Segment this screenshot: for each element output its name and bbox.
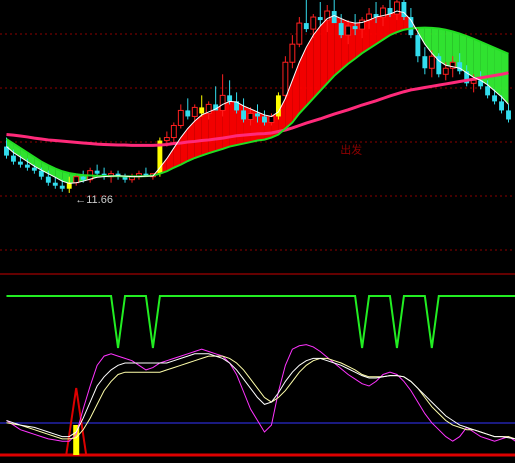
candle-body xyxy=(191,106,198,117)
candle-body xyxy=(94,170,100,174)
candle-body xyxy=(442,67,449,75)
ribbon-segment xyxy=(320,18,328,91)
ribbon-segment xyxy=(501,50,509,105)
candle-body xyxy=(38,170,44,177)
ribbon-segment xyxy=(194,114,202,159)
candle-body xyxy=(499,101,504,111)
candle-body xyxy=(310,16,317,30)
ribbon-segment xyxy=(487,44,495,91)
candle-body xyxy=(24,164,30,168)
candle-body xyxy=(492,95,498,102)
candle-body xyxy=(282,61,289,96)
candle-body xyxy=(506,110,511,120)
candle-body xyxy=(31,167,37,171)
candle-body xyxy=(17,161,23,165)
ribbon-segment xyxy=(494,47,502,97)
candle-body xyxy=(289,43,296,63)
candle-body xyxy=(185,110,191,117)
candle-body xyxy=(303,23,309,30)
candle-body xyxy=(255,113,260,117)
candle-body xyxy=(485,86,491,96)
candle-body xyxy=(170,124,177,139)
candle-body xyxy=(219,94,226,111)
ribbon-segment xyxy=(201,111,209,156)
stock-chart: ←11.66 出发 xyxy=(0,0,515,463)
annotation-label: 出发 xyxy=(340,143,362,157)
candle-body xyxy=(73,176,80,184)
candle-body xyxy=(52,182,58,186)
candle-body xyxy=(345,25,352,36)
candle[interactable] xyxy=(282,56,289,99)
candle-body xyxy=(247,112,254,120)
oscillator-signal-bar xyxy=(73,425,80,455)
candle-body xyxy=(296,22,303,45)
ribbon-segment xyxy=(466,36,474,78)
ribbon-segment xyxy=(208,108,216,154)
candle-body xyxy=(199,107,205,114)
candle-body xyxy=(262,116,267,123)
ribbon-segment xyxy=(445,29,453,67)
candle-body xyxy=(80,176,86,180)
candle-body xyxy=(241,110,246,120)
candle-body xyxy=(227,95,233,102)
candle[interactable] xyxy=(436,53,442,78)
candle-body xyxy=(352,26,358,30)
candle[interactable] xyxy=(275,92,281,120)
candle-body xyxy=(45,176,51,183)
annotation-label: ←11.66 xyxy=(75,194,113,206)
candle-body xyxy=(415,35,421,57)
ribbon-segment xyxy=(327,15,335,84)
candle-body xyxy=(163,137,170,142)
candle-body xyxy=(59,185,65,189)
ribbon-segment xyxy=(313,26,321,99)
candle-body xyxy=(428,55,435,69)
candle-body xyxy=(268,115,275,123)
ribbon-segment xyxy=(215,104,223,152)
candle-body xyxy=(11,155,16,162)
candle[interactable] xyxy=(157,137,163,177)
candle-body xyxy=(331,11,337,24)
candle-body xyxy=(338,23,344,36)
candle-body xyxy=(422,56,428,69)
candle-body xyxy=(317,17,323,21)
ribbon-segment xyxy=(473,38,481,81)
candle-body xyxy=(177,109,184,126)
